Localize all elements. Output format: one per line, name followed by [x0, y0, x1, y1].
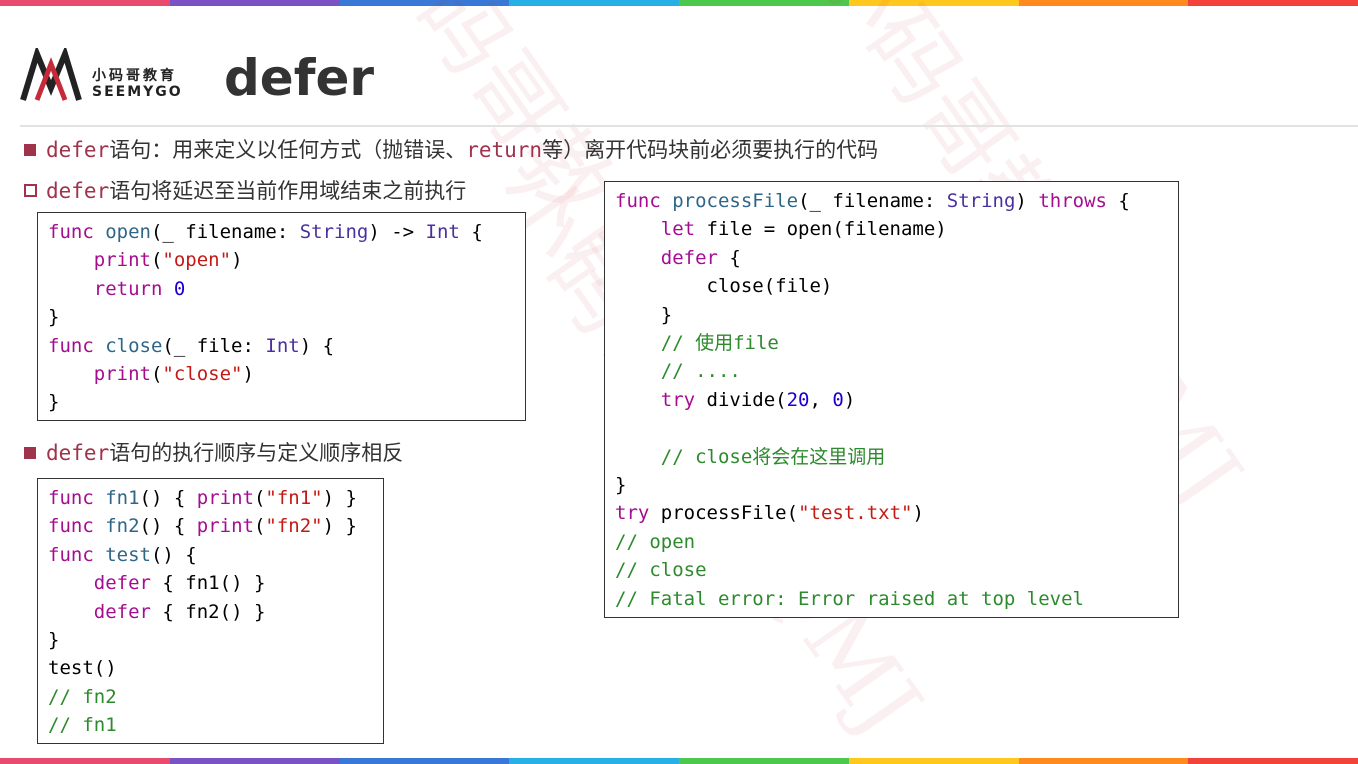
- bullet-1: defer语句：用来定义以任何方式（抛错误、return等）离开代码块前必须要执…: [24, 136, 878, 164]
- logo: 小码哥教育 SEEMYGO: [20, 48, 195, 104]
- logo-mark-icon: [20, 48, 82, 101]
- bullet-text: 语句的执行顺序与定义顺序相反: [109, 441, 404, 465]
- bullet-text: 等）离开代码块前必须要执行的代码: [542, 138, 879, 162]
- bullet-keyword: defer: [46, 138, 110, 162]
- logo-en-text: SEEMYGO: [92, 84, 183, 100]
- bullet-3: defer语句的执行顺序与定义顺序相反: [24, 439, 403, 467]
- bullet-text: 语句将延迟至当前作用域结束之前执行: [109, 179, 467, 203]
- bottom-rainbow-bar: [0, 758, 1358, 764]
- bullet-text: 语句：用来定义以任何方式（抛错误、: [109, 138, 467, 162]
- code-block-defer-order: func fn1() { print("fn1") } func fn2() {…: [37, 478, 384, 744]
- logo-cn-text: 小码哥教育: [92, 68, 177, 84]
- code-block-process-file: func processFile(_ filename: String) thr…: [604, 181, 1179, 618]
- bullet-keyword: defer: [46, 441, 110, 465]
- code-block-open-close: func open(_ filename: String) -> Int { p…: [37, 212, 526, 421]
- title-divider: [20, 125, 1358, 127]
- top-rainbow-bar: [0, 0, 1358, 6]
- page-title: defer: [224, 49, 375, 107]
- bullet-hollow-square-icon: [24, 184, 37, 197]
- bullet-square-icon: [24, 144, 36, 156]
- bullet-square-icon: [24, 447, 36, 459]
- bullet-keyword: return: [466, 138, 543, 162]
- bullet-keyword: defer: [46, 179, 110, 203]
- bullet-2: defer语句将延迟至当前作用域结束之前执行: [24, 177, 466, 205]
